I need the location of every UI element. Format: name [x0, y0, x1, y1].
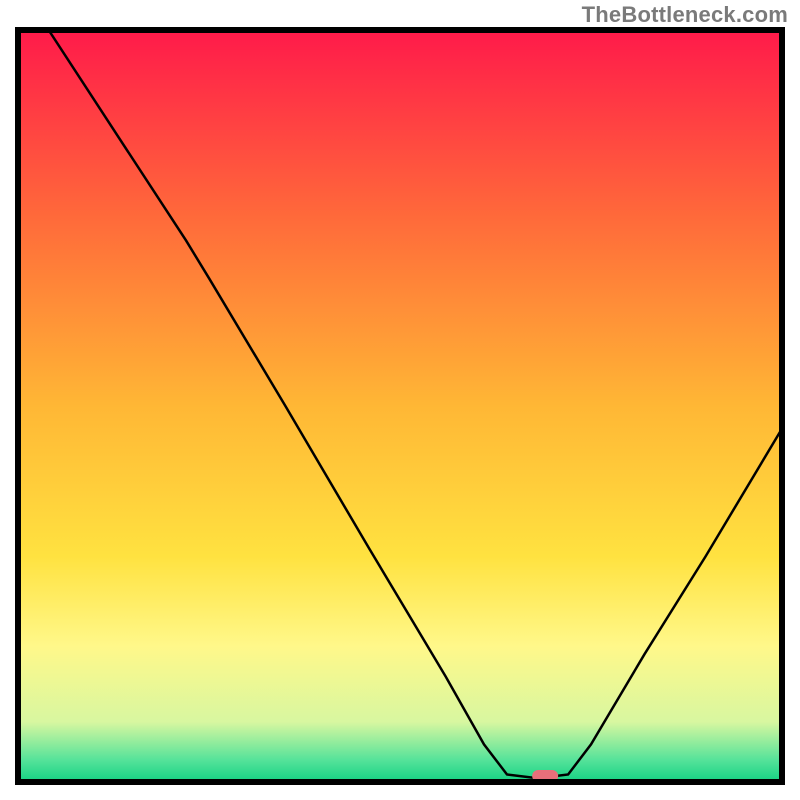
attribution-label: TheBottleneck.com	[582, 2, 788, 28]
bottleneck-chart	[0, 0, 800, 800]
chart-container: TheBottleneck.com	[0, 0, 800, 800]
gradient-background	[18, 30, 782, 782]
